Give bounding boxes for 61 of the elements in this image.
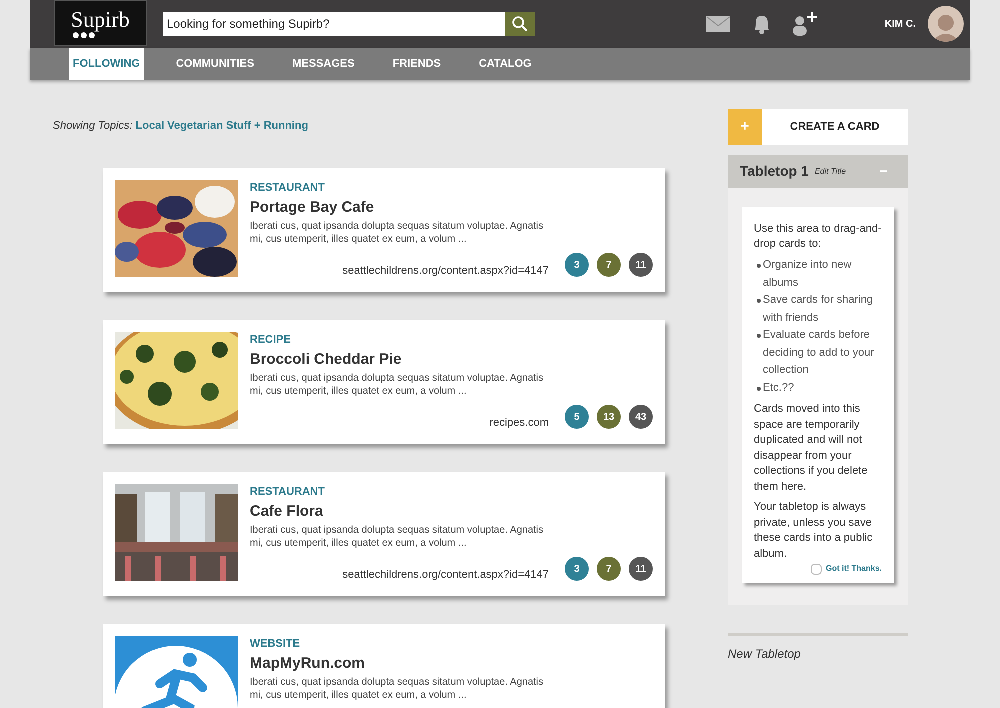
count-badge[interactable]: 7 [597,557,621,582]
content-card[interactable]: WEBSITE MapMyRun.com Iberati cus, quat ipsanda dolupta sequas sitatum voluptae. Agnatis mi, cus utemperit, illes quatet ex eum, a volum ... [103,624,665,708]
content-card[interactable]: RESTAURANT Cafe Flora Iberati cus, quat ipsanda dolupta sequas sitatum voluptae. Agnatis mi, cus utemperit, illes quatet ex eum, a volum ... seattlechildrens.org/content.aspx?id=4147 3 7 11 [103,472,665,596]
nav-tab[interactable]: MESSAGES [288,48,359,80]
tabletop-title: Tabletop 1 [740,162,809,181]
card-url[interactable]: seattlechildrens.org/content.aspx?id=4147 [342,263,549,280]
nav-tab[interactable]: CATALOG [475,48,536,80]
search-button[interactable] [505,12,535,36]
card-description: Iberati cus, quat ipsanda dolupta sequas sitatum voluptae. Agnatis mi, cus utemperit, illes quatet ex eum, a volum ... [250,676,545,702]
note-paragraph: Cards moved into this space are temporarily duplicated and will not disappear from your collections if you delete them here. [754,402,869,494]
count-badge[interactable]: 3 [565,253,589,278]
card-url[interactable]: seattlechildrens.org/content.aspx?id=4147 [342,567,549,584]
nav-tab[interactable]: COMMUNITIES [172,48,258,80]
card-category: RESTAURANT [250,180,326,196]
avatar[interactable] [928,6,964,42]
card-url[interactable]: recipes.com [490,415,549,432]
add-user-icon[interactable] [791,12,818,36]
bullet-icon [757,299,761,303]
count-badge[interactable]: 11 [629,557,653,582]
search-icon [512,16,528,32]
content-card[interactable]: RECIPE Broccoli Cheddar Pie Iberati cus, quat ipsanda dolupta sequas sitatum voluptae. Agnatis mi, cus utemperit, illes quatet ex eum, a volum ... recipes.com 5 13 43 [103,320,665,444]
note-bullet: Evaluate cards before deciding to add to your collection [763,328,875,378]
count-badge[interactable]: 5 [565,405,589,430]
card-title[interactable]: Portage Bay Cafe [250,196,653,220]
mail-icon[interactable] [706,16,731,32]
dismiss-label[interactable]: Got it! Thanks. [826,563,882,575]
topics-line: Showing Topics: Local Vegetarian Stuff + Running [53,119,310,134]
card-description: Iberati cus, quat ipsanda dolupta sequas sitatum voluptae. Agnatis mi, cus utemperit, illes quatet ex eum, a volum ... [250,372,545,398]
card-category: WEBSITE [250,636,302,652]
card-title[interactable]: MapMyRun.com [250,652,653,676]
nav-tab[interactable]: FOLLOWING [69,48,144,80]
nav-tab[interactable]: FRIENDS [388,48,446,80]
count-badge[interactable]: 13 [597,405,621,430]
user-name[interactable]: KIM C. [884,16,916,32]
dismiss-checkbox[interactable] [811,564,822,574]
note-bullet: Save cards for sharing with friends [763,293,874,326]
edit-title-link[interactable]: Edit Title [814,166,846,178]
search-field[interactable]: Looking for something Supirb? [163,12,505,36]
card-category: RECIPE [250,332,292,348]
count-badge[interactable]: 43 [629,405,653,430]
note-intro: Use this area to drag-and-drop cards to: [754,222,882,252]
logo-dots-icon [72,32,96,38]
content-card[interactable]: RESTAURANT Portage Bay Cafe Iberati cus, quat ipsanda dolupta sequas sitatum voluptae. Agnatis mi, cus utemperit, illes quatet ex eum, a volum ... seattlechildrens.org/content.aspx?id=4147 3 7 11 [103,168,665,292]
card-description: Iberati cus, quat ipsanda dolupta sequas sitatum voluptae. Agnatis mi, cus utemperit, illes quatet ex eum, a volum ... [250,524,545,550]
card-title[interactable]: Broccoli Cheddar Pie [250,348,653,372]
count-badge[interactable]: 7 [597,253,621,278]
card-category: RESTAURANT [250,484,326,500]
card-description: Iberati cus, quat ipsanda dolupta sequas sitatum voluptae. Agnatis mi, cus utemperit, illes quatet ex eum, a volum ... [250,220,545,246]
bullet-icon [757,386,761,390]
count-badge[interactable]: 11 [629,253,653,278]
logo[interactable]: Supirb [54,0,147,46]
bullet-icon [757,264,761,268]
note-paragraph: Your tabletop is always private, unless you save these cards into a public album. [754,500,874,562]
plus-icon: + [728,109,762,145]
new-tabletop-link[interactable]: New Tabletop [728,647,801,661]
bullet-icon [757,334,761,338]
create-card-button[interactable]: + CREATE A CARD [728,109,908,145]
note-bullet: Organize into new albums [763,258,853,290]
card-title[interactable]: Cafe Flora [250,500,653,524]
note-bullet: Etc.?? [763,380,796,396]
count-badge[interactable]: 3 [565,557,589,582]
